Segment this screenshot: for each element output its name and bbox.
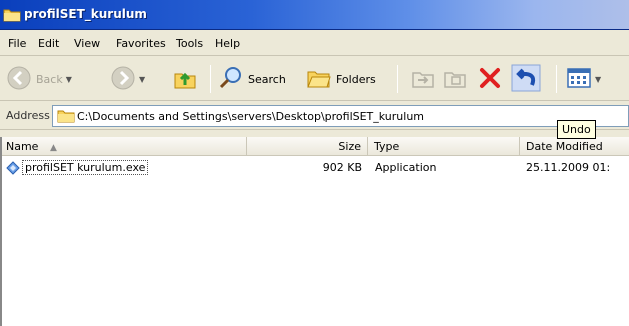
undo-button[interactable]: [511, 62, 541, 96]
toolbar-separator: [210, 65, 211, 93]
table-row[interactable]: profilSET kurulum.exe 902 KB Application…: [2, 159, 629, 176]
file-date: 25.11.2009 01:: [526, 161, 611, 174]
search-button[interactable]: Search: [218, 62, 286, 96]
menu-bar: File Edit View Favorites Tools Help: [0, 30, 629, 56]
copy-to-icon: [442, 65, 468, 94]
back-arrow-icon: [6, 65, 32, 94]
move-to-button[interactable]: [410, 62, 436, 96]
chevron-down-icon[interactable]: ▼: [139, 75, 145, 84]
move-to-icon: [410, 65, 436, 94]
application-icon: [5, 159, 21, 178]
chevron-down-icon[interactable]: ▼: [66, 75, 72, 84]
column-header-name[interactable]: Name ▲: [2, 137, 247, 156]
undo-tooltip: Undo: [557, 120, 596, 139]
up-folder-button[interactable]: [172, 62, 198, 96]
back-button[interactable]: Back ▼: [6, 62, 72, 96]
views-icon: [566, 65, 592, 94]
toolbar-separator: [397, 65, 398, 93]
sort-ascending-icon: ▲: [49, 143, 57, 153]
folder-icon: [57, 109, 75, 126]
file-size: 902 KB: [322, 161, 362, 174]
column-header-name-label: Name: [6, 140, 39, 153]
menu-file[interactable]: File: [8, 37, 26, 50]
views-button[interactable]: ▼: [566, 62, 601, 96]
address-path: C:\Documents and Settings\servers\Deskto…: [77, 110, 425, 123]
toolbar: Back ▼ ▼ Search Folders ▼: [0, 57, 629, 101]
delete-button[interactable]: [477, 62, 503, 96]
file-name: profilSET kurulum.exe: [22, 160, 149, 175]
toolbar-separator: [556, 65, 557, 93]
folder-icon: [3, 8, 21, 25]
folders-icon: [306, 65, 332, 94]
forward-arrow-icon: [110, 65, 136, 94]
up-folder-icon: [172, 65, 198, 94]
window-title: profilSET_kurulum: [24, 7, 147, 21]
address-input[interactable]: C:\Documents and Settings\servers\Deskto…: [52, 105, 629, 127]
title-bar[interactable]: profilSET_kurulum: [0, 0, 629, 30]
menu-edit[interactable]: Edit: [38, 37, 59, 50]
address-bar: Address C:\Documents and Settings\server…: [0, 102, 629, 130]
back-label: Back: [36, 72, 63, 86]
menu-favorites[interactable]: Favorites: [116, 37, 166, 50]
address-label: Address: [6, 109, 50, 122]
menu-tools[interactable]: Tools: [176, 37, 203, 50]
search-icon: [218, 65, 244, 94]
file-list[interactable]: Name ▲ Size Type Date Modified profilSET…: [0, 137, 629, 326]
menu-view[interactable]: View: [74, 37, 100, 50]
copy-to-button[interactable]: [442, 62, 468, 96]
chevron-down-icon[interactable]: ▼: [595, 75, 601, 84]
folders-label: Folders: [336, 72, 376, 86]
menu-help[interactable]: Help: [215, 37, 240, 50]
list-header: Name ▲ Size Type Date Modified: [2, 137, 629, 156]
search-label: Search: [248, 72, 286, 86]
column-header-date[interactable]: Date Modified: [520, 137, 629, 156]
folders-button[interactable]: Folders: [306, 62, 376, 96]
forward-button[interactable]: ▼: [110, 62, 145, 96]
file-type: Application: [375, 161, 437, 174]
undo-icon: [511, 64, 541, 95]
column-header-type[interactable]: Type: [368, 137, 520, 156]
column-header-size[interactable]: Size: [247, 137, 368, 156]
delete-icon: [477, 65, 503, 94]
